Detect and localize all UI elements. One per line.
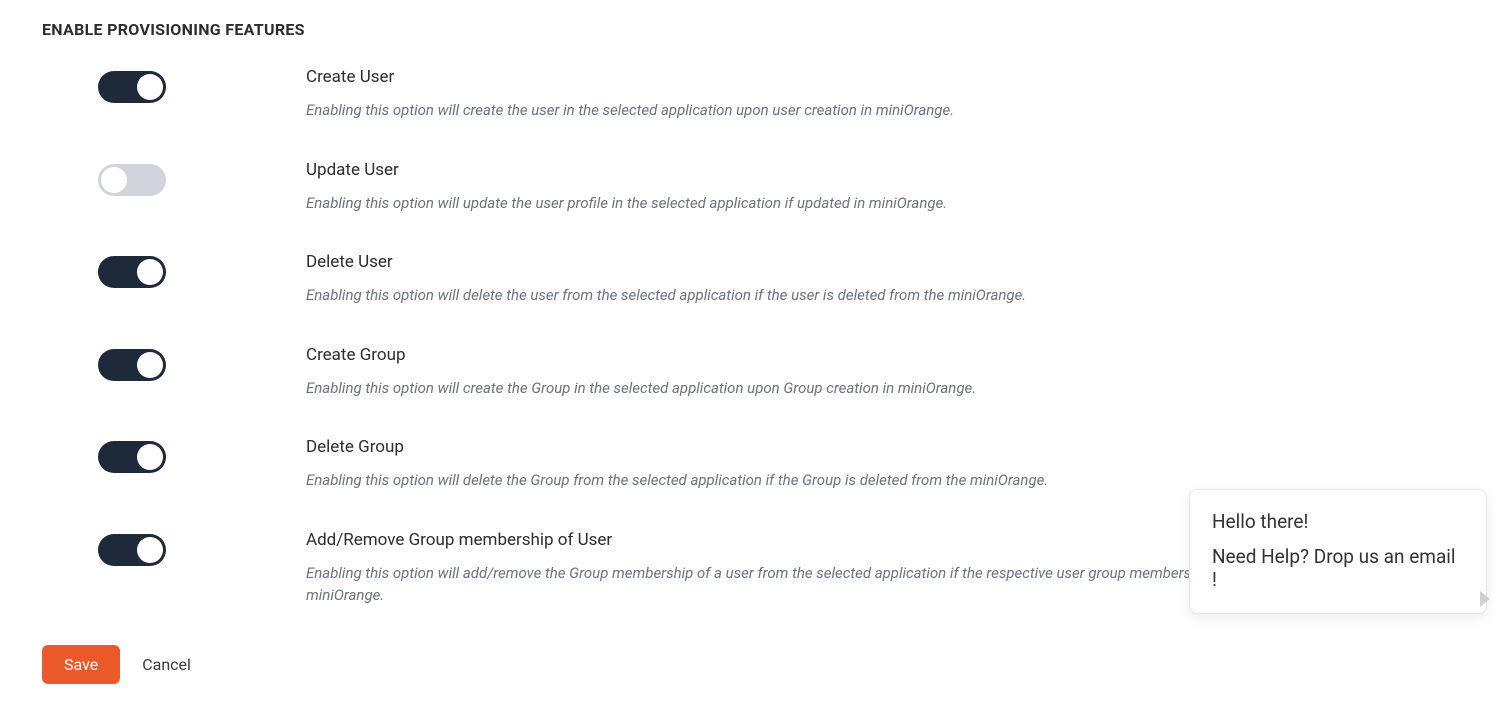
toggle-knob	[137, 444, 163, 470]
cancel-button[interactable]: Cancel	[142, 655, 191, 674]
feature-row-create-group: Create Group Enabling this option will cr…	[42, 345, 1453, 400]
toggle-knob	[101, 167, 127, 193]
feature-title: Delete User	[306, 252, 1453, 272]
toggle-create-user[interactable]	[98, 71, 166, 103]
toggle-delete-group[interactable]	[98, 441, 166, 473]
save-button[interactable]: Save	[42, 645, 120, 684]
feature-row-update-user: Update User Enabling this option will upd…	[42, 160, 1453, 215]
section-title: ENABLE PROVISIONING FEATURES	[42, 20, 1453, 39]
chevron-right-icon	[1480, 591, 1490, 607]
toggle-knob	[137, 537, 163, 563]
toggle-knob	[137, 259, 163, 285]
feature-row-delete-group: Delete GroupEnabling this option will de…	[42, 437, 1453, 492]
feature-description: Enabling this option will delete the use…	[306, 284, 1406, 307]
feature-description: Enabling this option will create the use…	[306, 99, 1406, 122]
help-popup[interactable]: Hello there! Need Help? Drop us an email…	[1189, 489, 1487, 614]
toggle-update-user[interactable]	[98, 164, 166, 196]
feature-row-create-user: Create User Enabling this option will cre…	[42, 67, 1453, 122]
feature-title: Update User	[306, 160, 1453, 180]
toggle-knob	[137, 74, 163, 100]
feature-title: Delete Group	[306, 437, 1453, 457]
toggle-group-membership[interactable]	[98, 534, 166, 566]
feature-row-delete-user: Delete User Enabling this option will del…	[42, 252, 1453, 307]
toggle-knob	[137, 352, 163, 378]
toggle-delete-user[interactable]	[98, 256, 166, 288]
feature-description: Enabling this option will create the Gro…	[306, 377, 1406, 400]
feature-title: Create Group	[306, 345, 1453, 365]
help-message: Need Help? Drop us an email !	[1212, 545, 1464, 591]
actions-row: Save Cancel	[42, 645, 1453, 684]
feature-description: Enabling this option will update the use…	[306, 192, 1406, 215]
toggle-create-group[interactable]	[98, 349, 166, 381]
feature-title: Create User	[306, 67, 1453, 87]
help-greeting: Hello there!	[1212, 510, 1464, 533]
